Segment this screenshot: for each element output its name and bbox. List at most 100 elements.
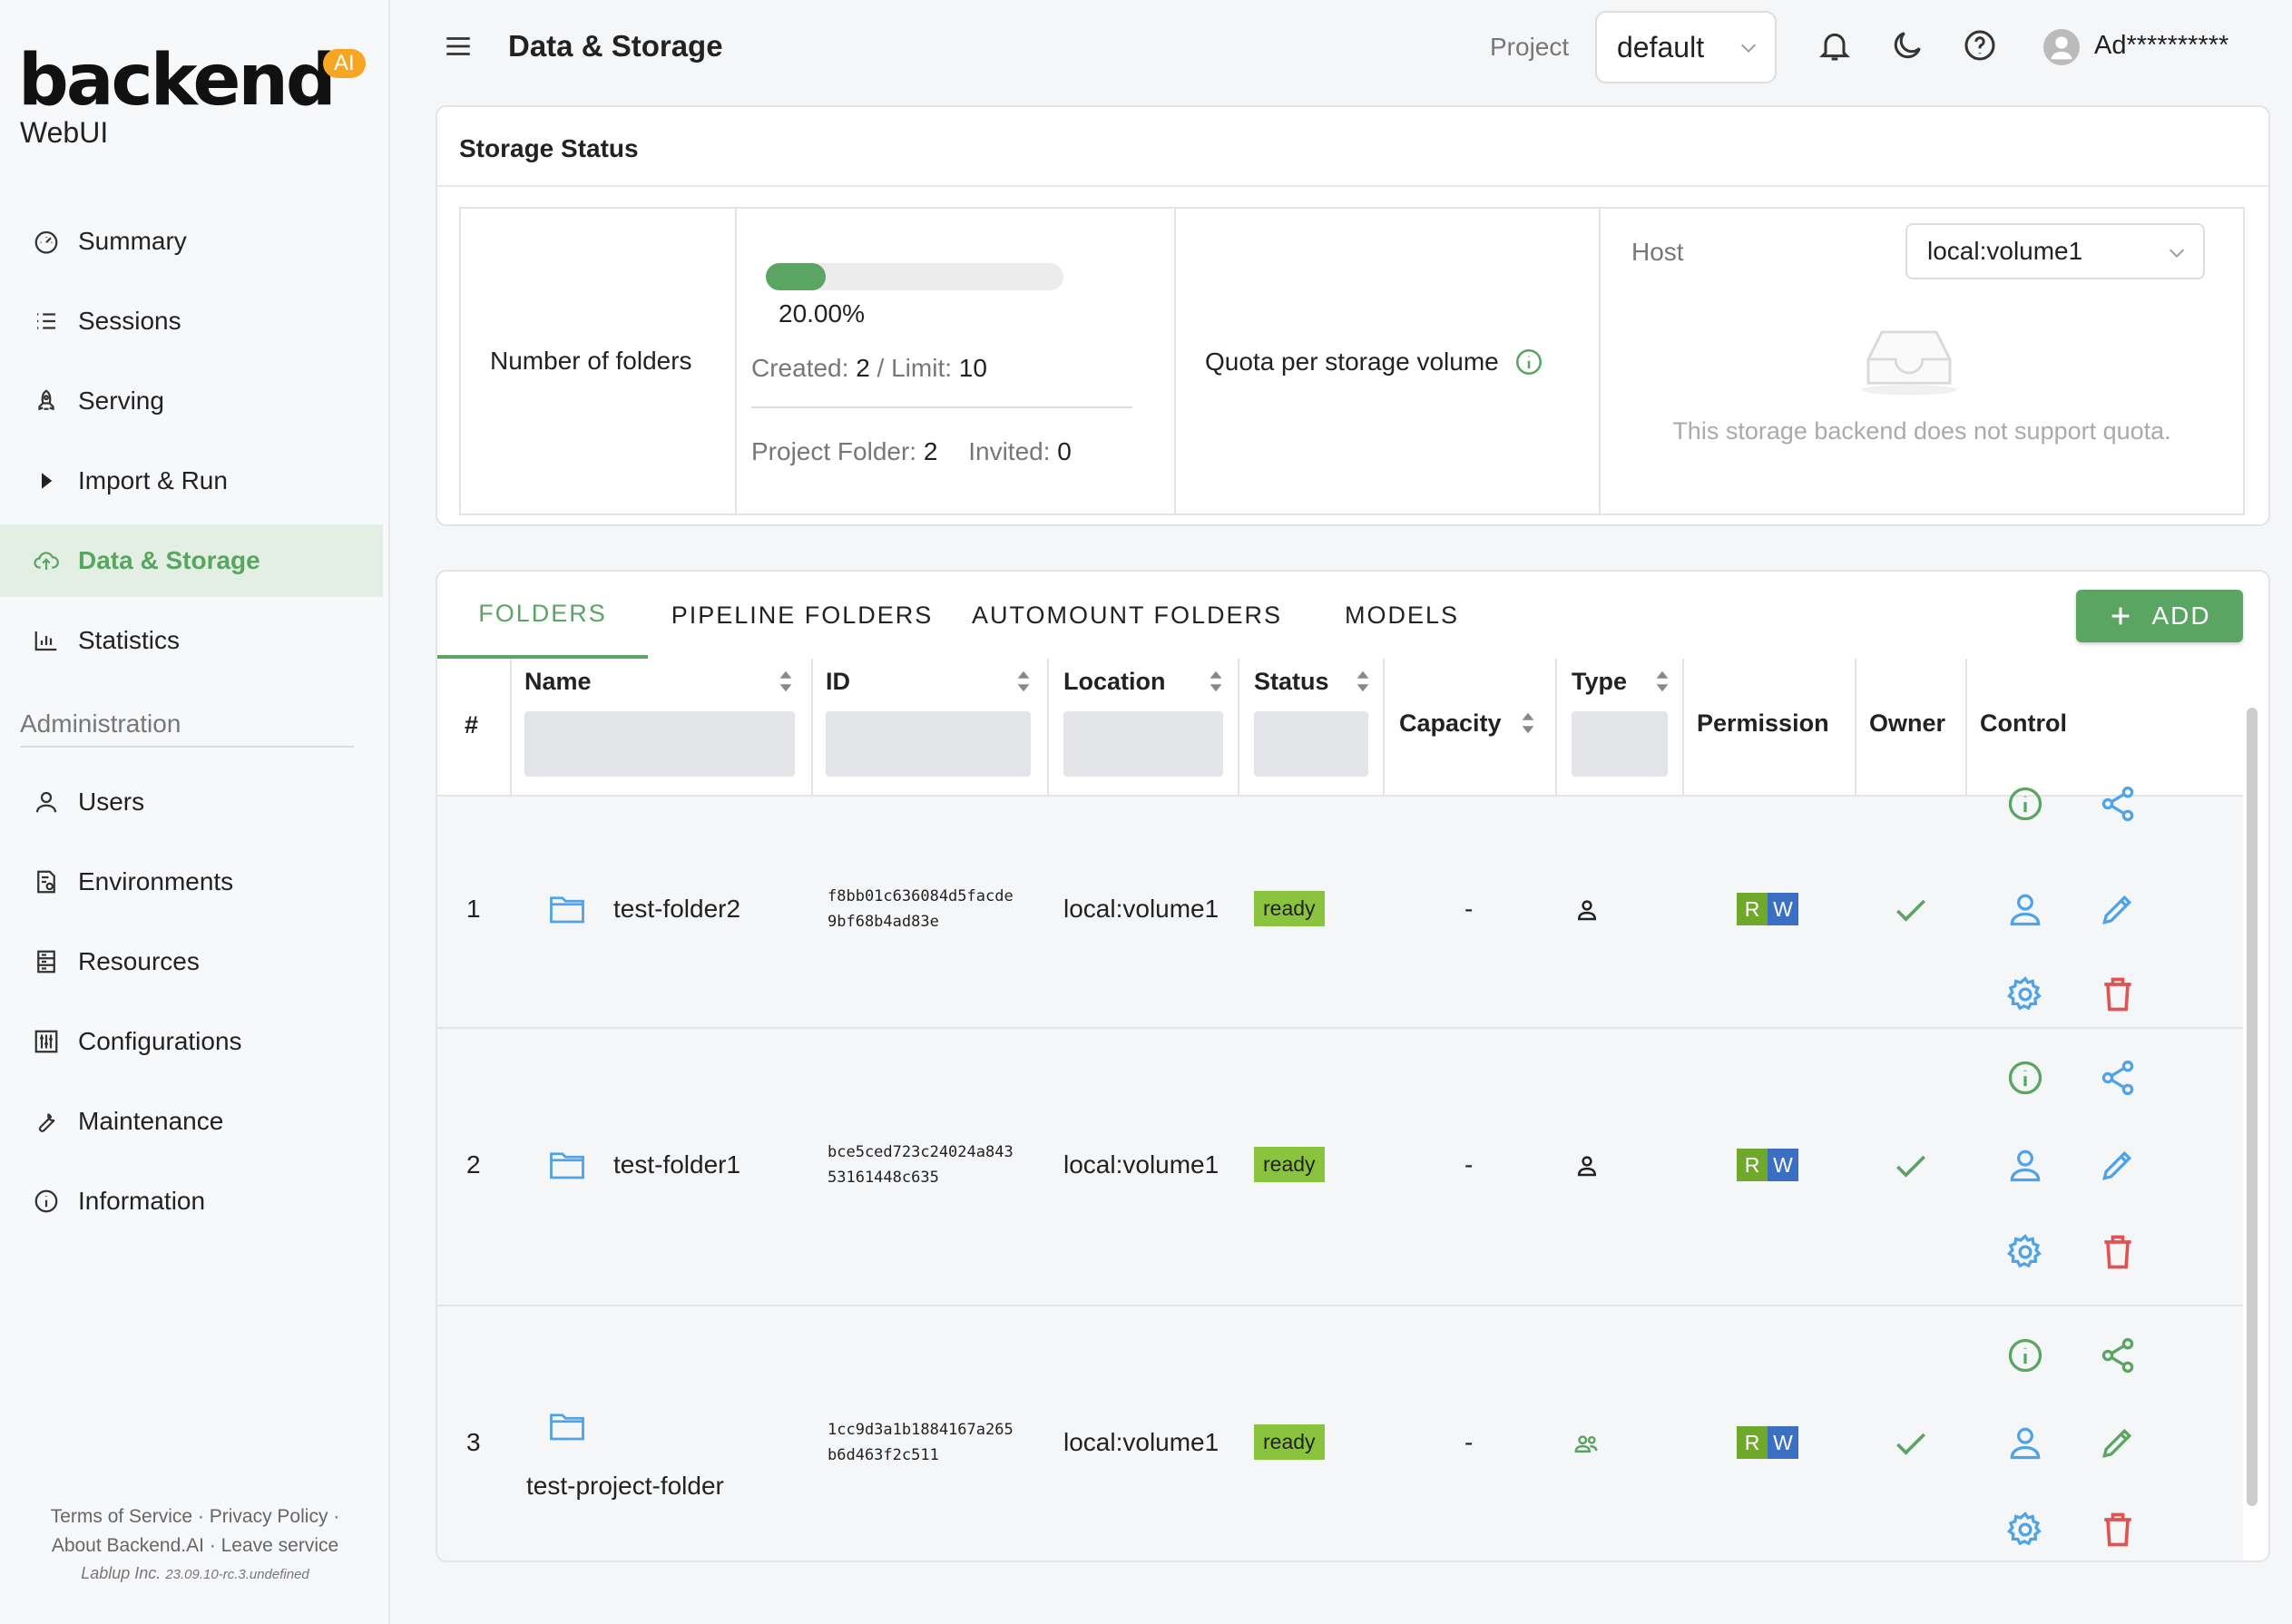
sort-icon[interactable] <box>1655 670 1670 693</box>
bell-icon[interactable] <box>1817 27 1853 64</box>
sidebar-item-serving[interactable]: Serving <box>0 365 383 437</box>
tab-models[interactable]: MODELS <box>1298 572 1506 659</box>
sidebar-item-configurations[interactable]: Configurations <box>0 1005 383 1078</box>
sidebar-item-label: Import & Run <box>78 466 228 494</box>
folder-name-link[interactable]: test-folder1 <box>613 1150 740 1179</box>
location-filter-input[interactable] <box>1063 711 1223 777</box>
status-filter-input[interactable] <box>1254 711 1368 777</box>
sidebar-item-users[interactable]: Users <box>0 766 383 838</box>
delete-icon[interactable] <box>2098 974 2138 1014</box>
sort-icon[interactable] <box>1521 711 1535 735</box>
tab-folders[interactable]: FOLDERS <box>437 572 648 659</box>
share-icon[interactable] <box>2098 784 2138 824</box>
delete-icon[interactable] <box>2098 1510 2138 1550</box>
share-icon[interactable] <box>2098 1335 2138 1375</box>
sort-icon[interactable] <box>779 670 793 693</box>
footer-separator: · <box>203 1535 221 1556</box>
check-icon <box>1896 899 1925 922</box>
moon-icon[interactable] <box>1889 27 1925 64</box>
delete-icon[interactable] <box>2098 1232 2138 1272</box>
sidebar-item-summary[interactable]: Summary <box>0 205 383 278</box>
column-header-type[interactable]: Type <box>1572 659 1671 797</box>
cell-divider <box>735 209 737 514</box>
help-icon[interactable] <box>1962 27 1998 64</box>
top-header: Data & Storage Project default Ad*******… <box>390 0 2292 94</box>
company-name: Lablup Inc. <box>81 1564 162 1582</box>
user-share-icon[interactable] <box>2005 1423 2045 1463</box>
invited-label: Invited: <box>968 437 1051 465</box>
folder-name-link[interactable]: test-project-folder <box>526 1472 724 1501</box>
app-logo[interactable]: backend AI WebUI <box>18 40 366 150</box>
hamburger-menu-icon[interactable] <box>443 31 474 62</box>
id-filter-input[interactable] <box>826 711 1031 777</box>
user-avatar-icon <box>2051 36 2072 60</box>
leave-service-link[interactable]: Leave service <box>221 1535 339 1556</box>
folder-id-line: bce5ced723c24024a843 <box>828 1143 1014 1161</box>
sidebar-item-statistics[interactable]: Statistics <box>0 604 383 677</box>
column-header-capacity[interactable]: Capacity <box>1399 659 1544 797</box>
edit-icon[interactable] <box>2098 1423 2138 1463</box>
name-filter-input[interactable] <box>524 711 795 777</box>
gear-icon[interactable] <box>2005 974 2045 1014</box>
slash-separator: / <box>877 354 885 382</box>
edit-icon[interactable] <box>2098 889 2138 929</box>
about-link[interactable]: About Backend.AI <box>52 1535 204 1556</box>
folder-usage-progress-fill <box>766 263 826 290</box>
type-filter-input[interactable] <box>1572 711 1668 777</box>
sidebar-item-label: Information <box>78 1187 206 1215</box>
user-share-icon[interactable] <box>2005 889 2045 929</box>
sort-icon[interactable] <box>1209 670 1223 693</box>
gauge-icon <box>34 230 58 254</box>
page-title: Data & Storage <box>508 29 723 63</box>
gear-icon[interactable] <box>2005 1232 2045 1272</box>
gear-icon[interactable] <box>2005 1510 2045 1550</box>
sidebar-item-resources[interactable]: Resources <box>0 925 383 998</box>
folder-capacity: - <box>1464 895 1474 923</box>
chevron-down-icon <box>2170 249 2184 258</box>
permission-write: W <box>1768 1426 1798 1459</box>
user-name[interactable]: Ad********** <box>2094 31 2228 61</box>
share-icon[interactable] <box>2098 1058 2138 1098</box>
sidebar-item-maintenance[interactable]: Maintenance <box>0 1085 383 1158</box>
sort-icon[interactable] <box>1016 670 1031 693</box>
table-row: 2 test-folder1 bce5ced723c24024a843 53161… <box>437 1027 2243 1305</box>
info-icon[interactable] <box>1513 347 1544 377</box>
progress-percent-text: 20.00% <box>779 299 865 328</box>
user-share-icon[interactable] <box>2005 1145 2045 1185</box>
terms-link[interactable]: Terms of Service <box>51 1506 192 1527</box>
permission-read: R <box>1737 893 1768 925</box>
column-header-status[interactable]: Status <box>1254 659 1372 797</box>
table-row: 1 test-folder2 f8bb01c636084d5facde 9bf68… <box>437 786 2243 1027</box>
user-type-icon <box>1577 900 1597 921</box>
edit-icon[interactable] <box>2098 1145 2138 1185</box>
sidebar-item-import-run[interactable]: Import & Run <box>0 445 383 517</box>
tab-automount-folders[interactable]: AUTOMOUNT FOLDERS <box>956 572 1298 659</box>
folder-name-link[interactable]: test-folder2 <box>613 895 740 924</box>
limit-label: Limit: <box>891 354 953 382</box>
empty-inbox-icon <box>1861 330 1957 396</box>
table-scrollbar[interactable] <box>2247 708 2258 1506</box>
sort-icon[interactable] <box>1356 670 1370 693</box>
column-header-label: ID <box>826 668 850 695</box>
info-icon[interactable] <box>2005 784 2045 824</box>
row-index: 2 <box>466 1150 481 1179</box>
folder-icon <box>550 1152 584 1179</box>
privacy-link[interactable]: Privacy Policy <box>210 1506 328 1527</box>
host-select[interactable]: local:volume1 <box>1905 223 2205 279</box>
sidebar-item-information[interactable]: Information <box>0 1165 383 1238</box>
sidebar-item-sessions[interactable]: Sessions <box>0 285 383 357</box>
user-avatar[interactable] <box>2043 29 2080 65</box>
check-icon <box>1896 1433 1925 1455</box>
column-header-location[interactable]: Location <box>1063 659 1227 797</box>
chevron-down-icon <box>1741 44 1756 53</box>
sidebar-item-data-storage[interactable]: Data & Storage <box>0 524 383 597</box>
project-select[interactable]: default <box>1595 11 1777 83</box>
info-icon[interactable] <box>2005 1058 2045 1098</box>
column-header-id[interactable]: ID <box>826 659 1034 797</box>
tab-pipeline-folders[interactable]: PIPELINE FOLDERS <box>648 572 956 659</box>
column-header-name[interactable]: Name <box>524 659 797 797</box>
sidebar-item-environments[interactable]: Environments <box>0 846 383 918</box>
add-folder-button[interactable]: ADD <box>2076 590 2243 642</box>
info-icon[interactable] <box>2005 1335 2045 1375</box>
folder-id-line: 53161448c635 <box>828 1169 939 1187</box>
